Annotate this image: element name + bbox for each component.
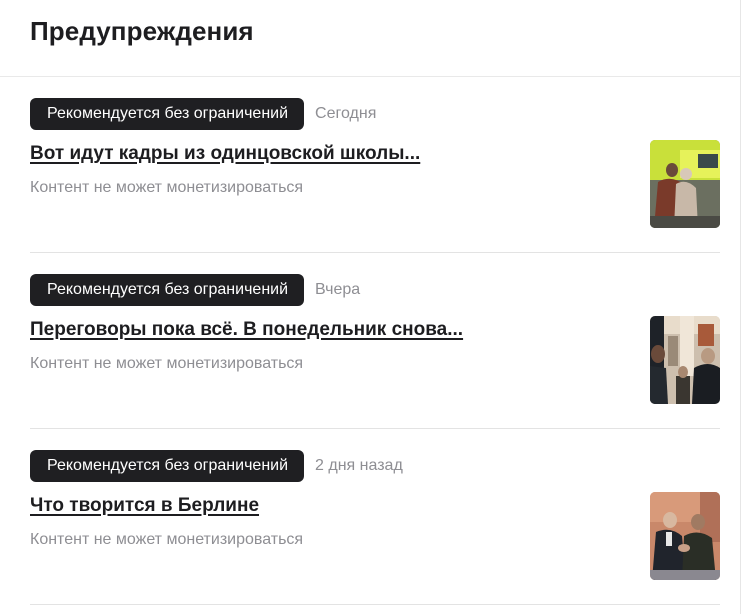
item-title-link[interactable]: Что творится в Берлине	[30, 495, 259, 517]
item-subtitle: Контент не может монетизироваться	[30, 355, 304, 372]
list-item: Рекомендуется без ограничений 2 дня наза…	[30, 429, 720, 605]
item-meta: Рекомендуется без ограничений Вчера	[30, 274, 360, 306]
item-subtitle: Контент не может монетизироваться	[30, 531, 304, 548]
item-title-link[interactable]: Вот идут кадры из одинцовской школы...	[30, 143, 420, 165]
list-item: Рекомендуется без ограничений Вчера Пере…	[30, 253, 720, 429]
page-title: Предупреждения	[30, 16, 254, 46]
warnings-list: Рекомендуется без ограничений Сегодня Во…	[30, 77, 720, 605]
berlin-handshake-thumbnail[interactable]	[650, 492, 720, 580]
status-badge: Рекомендуется без ограничений	[30, 450, 305, 482]
status-badge: Рекомендуется без ограничений	[30, 98, 305, 130]
negotiations-thumbnail[interactable]	[650, 316, 720, 404]
panel-header: Предупреждения	[0, 0, 740, 77]
item-date: Сегодня	[315, 105, 377, 122]
list-item: Рекомендуется без ограничений Сегодня Во…	[30, 77, 720, 253]
school-ambulance-thumbnail[interactable]	[650, 140, 720, 228]
status-badge: Рекомендуется без ограничений	[30, 274, 305, 306]
item-meta: Рекомендуется без ограничений 2 дня наза…	[30, 450, 403, 482]
item-title-link[interactable]: Переговоры пока всё. В понедельник снова…	[30, 319, 463, 341]
item-date: Вчера	[315, 281, 361, 298]
item-meta: Рекомендуется без ограничений Сегодня	[30, 98, 376, 130]
item-date: 2 дня назад	[315, 457, 403, 474]
item-subtitle: Контент не может монетизироваться	[30, 179, 304, 196]
warnings-panel: Предупреждения Рекомендуется без огранич…	[0, 0, 741, 614]
